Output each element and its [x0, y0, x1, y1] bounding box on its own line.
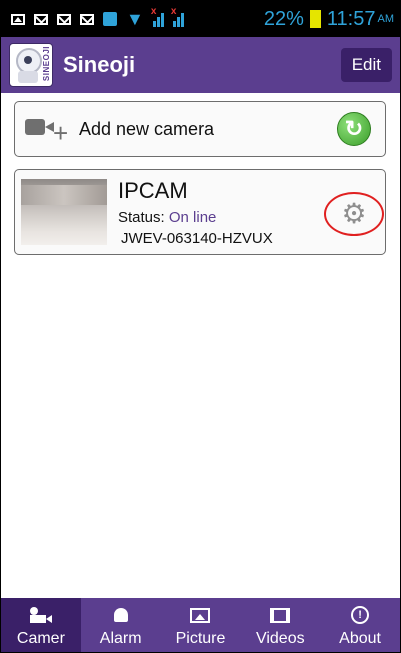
clock-ampm: AM: [377, 13, 395, 25]
mail-icon: [34, 13, 48, 25]
add-new-camera-row[interactable]: + Add new camera ↻: [14, 101, 386, 157]
sim-icon: [103, 12, 117, 26]
camera-uid: JWEV-063140-HZVUX: [121, 230, 273, 247]
logo-text: SINEOJI: [42, 46, 51, 82]
picture-icon: [190, 604, 211, 626]
tab-label: About: [339, 630, 381, 647]
tab-alarm[interactable]: Alarm: [81, 598, 161, 652]
status-right: 22% 11:57 AM: [264, 8, 400, 31]
app-title: Sineoji: [63, 52, 136, 77]
tab-videos[interactable]: Videos: [240, 598, 320, 652]
tab-picture[interactable]: Picture: [161, 598, 241, 652]
mail-icon: [80, 13, 94, 25]
app-header: SINEOJI Sineoji Edit: [1, 37, 400, 93]
add-camera-label: Add new camera: [79, 118, 215, 139]
film-icon: [270, 604, 291, 626]
settings-highlight: ⚙: [324, 192, 384, 236]
notification-icons: ▼ x x: [1, 6, 184, 29]
tab-label: Picture: [175, 630, 226, 647]
battery-percent: 22%: [263, 7, 304, 30]
status-value: On line: [168, 209, 217, 226]
camera-icon: [29, 604, 52, 626]
status-label: Status:: [118, 209, 165, 226]
wifi-icon: ▼: [126, 9, 144, 29]
tab-camera[interactable]: Camer: [1, 598, 81, 652]
app-logo: SINEOJI: [9, 43, 53, 87]
camera-name: IPCAM: [118, 178, 188, 203]
mail-icon: [57, 13, 71, 25]
camera-status: Status: On line: [118, 209, 216, 226]
image-icon: [11, 13, 25, 25]
battery-icon: [309, 10, 321, 28]
camera-thumbnail: [21, 179, 107, 245]
tab-label: Alarm: [99, 630, 142, 647]
video-add-icon: +: [25, 113, 71, 146]
signal-icon: x: [151, 6, 164, 27]
tab-label: Camer: [16, 630, 65, 647]
tab-about[interactable]: ! About: [320, 598, 400, 652]
status-bar: ▼ x x 22% 11:57 AM: [1, 1, 400, 37]
app-screen: ▼ x x 22% 11:57 AM SINEOJI Sineoji Edit …: [0, 0, 401, 653]
clock-time: 11:57: [326, 7, 376, 30]
refresh-icon[interactable]: ↻: [337, 112, 371, 146]
tab-label: Videos: [255, 630, 305, 647]
camera-list-item[interactable]: IPCAM Status: On line JWEV-063140-HZVUX …: [14, 169, 386, 255]
signal-icon: x: [171, 6, 184, 27]
bell-icon: [113, 604, 128, 626]
gear-icon[interactable]: ⚙: [341, 200, 366, 228]
bottom-tab-bar: Camer Alarm Picture Videos ! About: [1, 598, 400, 652]
info-icon: !: [351, 604, 370, 626]
edit-button[interactable]: Edit: [340, 48, 392, 82]
